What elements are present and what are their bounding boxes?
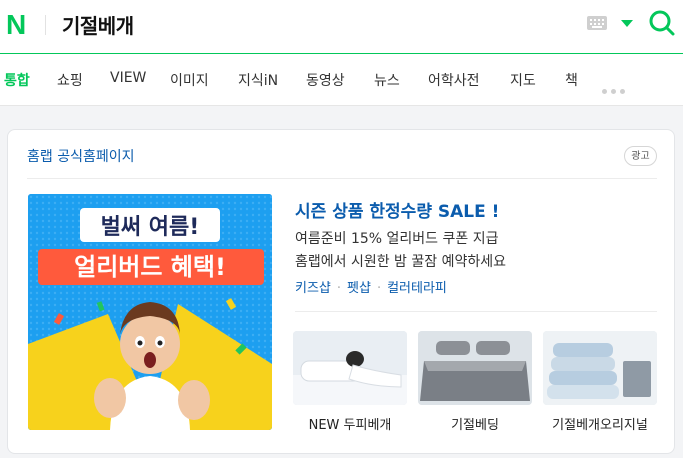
- ad-description-line2: 홈랩에서 시원한 밤 꿀잠 예약하세요: [295, 254, 506, 270]
- ad-headline[interactable]: 시즌 상품 한정수량 SALE !: [295, 197, 499, 222]
- product-label-original-pillow[interactable]: 기절베개오리지널: [535, 414, 665, 433]
- tab-dictionary[interactable]: 어학사전: [428, 70, 480, 90]
- product-label-scalp-pillow[interactable]: NEW 두피베개: [285, 414, 415, 433]
- svg-text:얼리버드 혜택!: 얼리버드 혜택!: [74, 253, 226, 281]
- tab-image[interactable]: 이미지: [170, 70, 209, 90]
- header-divider: [45, 15, 46, 35]
- product-thumb-scalp-pillow[interactable]: [293, 331, 407, 405]
- search-tabs: 통합 쇼핑 VIEW 이미지 지식iN 동영상 뉴스 어학사전 지도 책: [0, 54, 683, 106]
- ad-badge[interactable]: 광고: [624, 146, 657, 166]
- ad-divider: [295, 311, 657, 312]
- search-query[interactable]: 기절베개: [62, 10, 134, 39]
- sitelink-kids-shop[interactable]: 키즈샵: [295, 281, 331, 296]
- product-thumb-bedding[interactable]: [418, 331, 532, 405]
- tab-view[interactable]: VIEW: [110, 70, 146, 86]
- tab-shopping[interactable]: 쇼핑: [57, 70, 83, 90]
- sitelink-pet-shop[interactable]: 펫샵: [347, 281, 371, 296]
- ad-sitelinks: 키즈샵 · 펫샵 · 컬러테라피: [295, 281, 447, 296]
- svg-text:벌써 여름!: 벌써 여름!: [101, 215, 200, 240]
- product-label-bedding[interactable]: 기절베딩: [410, 414, 540, 433]
- tab-kin[interactable]: 지식iN: [238, 70, 278, 90]
- tab-book[interactable]: 책: [565, 70, 578, 90]
- dropdown-arrow-icon[interactable]: [621, 20, 633, 27]
- card-divider: [27, 178, 657, 179]
- tab-video[interactable]: 동영상: [306, 70, 345, 90]
- advertiser-name[interactable]: 홈랩 공식홈페이지: [27, 146, 135, 166]
- keyboard-icon[interactable]: [587, 16, 607, 30]
- ad-description-line1: 여름준비 15% 얼리버드 쿠폰 지급: [295, 231, 499, 247]
- power-link-ad-card: 홈랩 공식홈페이지 광고 벌써 여름! 얼리버드 혜택! 시즌 상품 한정수량 …: [7, 129, 675, 454]
- svg-text:N: N: [6, 11, 26, 37]
- ad-banner-image[interactable]: 벌써 여름! 얼리버드 혜택!: [28, 194, 272, 430]
- more-tabs-icon[interactable]: [602, 79, 629, 98]
- tab-map[interactable]: 지도: [510, 70, 536, 90]
- banner-illustration: 벌써 여름! 얼리버드 혜택!: [28, 194, 272, 430]
- tab-news[interactable]: 뉴스: [374, 70, 400, 90]
- search-icon[interactable]: [648, 9, 676, 37]
- naver-logo[interactable]: N: [6, 11, 30, 37]
- sitelink-color-therapy[interactable]: 컬러테라피: [387, 281, 447, 296]
- tab-all[interactable]: 통합: [4, 70, 30, 90]
- product-thumb-original-pillow[interactable]: [543, 331, 657, 405]
- search-header: N 기절베개: [0, 0, 683, 54]
